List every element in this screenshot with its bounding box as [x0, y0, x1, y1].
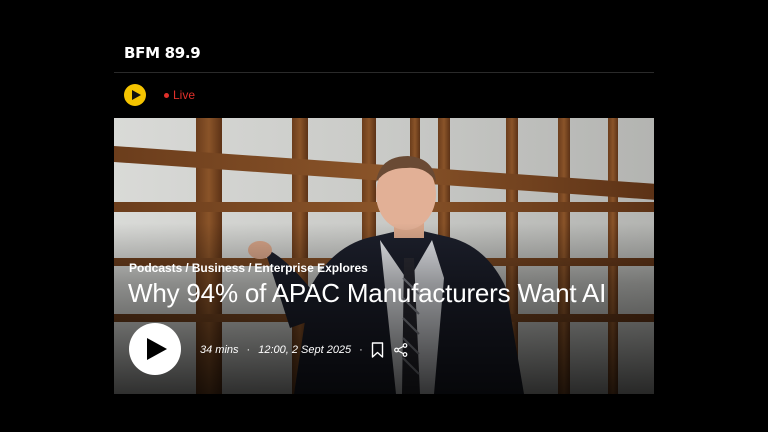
bookmark-icon: [371, 342, 384, 358]
meta-separator: ·: [246, 344, 251, 356]
episode-datetime: 12:00, 2 Sept 2025: [258, 344, 352, 356]
meta-separator: ·: [359, 344, 363, 356]
live-indicator[interactable]: Live: [164, 88, 195, 102]
episode-title: Why 94% of APAC Manufacturers Want AI: [128, 278, 607, 308]
header-divider: [114, 72, 654, 73]
breadcrumb-separator: /: [248, 261, 252, 275]
breadcrumb-business[interactable]: Business: [192, 261, 245, 275]
share-icon: [393, 343, 408, 357]
play-icon: [131, 90, 141, 100]
live-dot-icon: [164, 92, 169, 98]
breadcrumb-podcasts[interactable]: Podcasts: [129, 261, 182, 275]
episode-play-button[interactable]: [129, 323, 181, 375]
bookmark-button[interactable]: [371, 342, 384, 358]
breadcrumb-enterprise-explores[interactable]: Enterprise Explores: [254, 261, 367, 275]
episode-duration: 34 mins: [200, 344, 239, 356]
breadcrumb: Podcasts / Business / Enterprise Explores: [129, 261, 368, 275]
breadcrumb-separator: /: [185, 261, 189, 275]
episode-hero: Podcasts / Business / Enterprise Explores Wh…: [114, 118, 654, 394]
episode-meta: 34 mins · 12:00, 2 Sept 2025 ·: [200, 342, 408, 358]
bfm-logo[interactable]: BFM 89.9: [124, 44, 201, 62]
share-button[interactable]: [393, 343, 408, 357]
play-icon: [147, 338, 167, 360]
live-label: Live: [173, 88, 196, 102]
live-play-button[interactable]: [124, 84, 146, 106]
